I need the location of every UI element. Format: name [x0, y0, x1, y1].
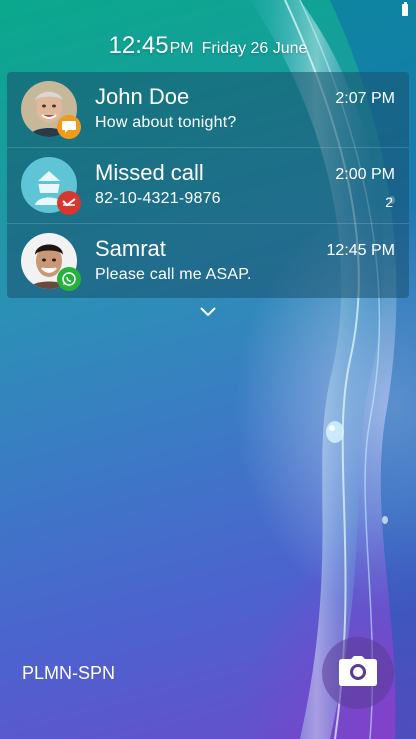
clock-date: Friday 26 June	[201, 40, 308, 57]
notification-time: 12:45 PM	[326, 242, 395, 259]
chevron-down-icon[interactable]	[199, 304, 217, 318]
notification-message: How about tonight?	[95, 114, 237, 131]
notification-samrat[interactable]: Samrat Please call me ASAP. 12:45 PM	[7, 224, 409, 298]
camera-shortcut-button[interactable]	[322, 637, 394, 709]
notification-message: Please call me ASAP.	[95, 266, 252, 283]
battery-icon	[402, 2, 408, 16]
notification-title: John Doe	[95, 84, 190, 109]
notification-title: Missed call	[95, 160, 204, 185]
notification-title: Samrat	[95, 236, 166, 261]
clock-ampm: PM	[169, 40, 194, 57]
notification-phone-number: 82-10-4321-9876	[95, 190, 221, 207]
carrier-name: PLMN-SPN	[22, 663, 116, 683]
notification-time: 2:00 PM	[335, 166, 395, 183]
whatsapp-icon	[57, 267, 81, 291]
camera-icon	[339, 655, 377, 691]
notification-missed-call[interactable]: Missed call 82-10-4321-9876 2:00 PM 2	[7, 148, 409, 224]
missed-call-count: 2	[385, 194, 393, 210]
notification-john-doe[interactable]: John Doe How about tonight? 2:07 PM	[7, 72, 409, 148]
missed-call-icon	[57, 191, 81, 215]
lockscreen-clock: 12:45PM Friday 26 June	[0, 32, 416, 60]
notification-time: 2:07 PM	[335, 90, 395, 107]
clock-time: 12:45	[108, 32, 169, 59]
notification-panel: John Doe How about tonight? 2:07 PM Miss…	[7, 72, 409, 298]
message-icon	[57, 115, 81, 139]
